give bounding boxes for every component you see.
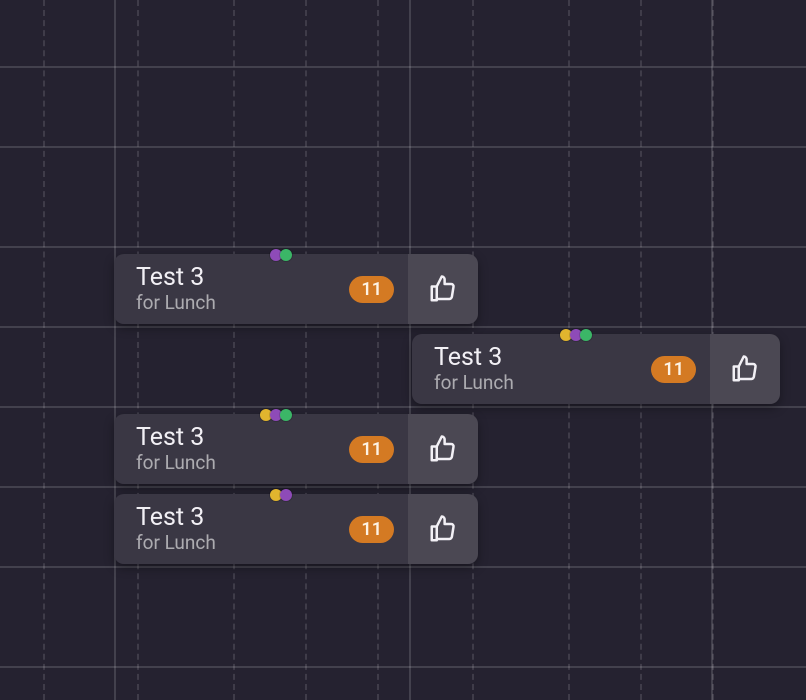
tag-dot-green [280, 249, 292, 261]
card-count-badge: 11 [349, 436, 394, 463]
schedule-card[interactable]: Test 3for Lunch 11 [114, 494, 478, 564]
schedule-card[interactable]: Test 3for Lunch 11 [412, 334, 780, 404]
card-text: Test 3for Lunch [136, 504, 216, 555]
card-subtitle: for Lunch [136, 532, 216, 554]
schedule-card[interactable]: Test 3for Lunch 11 [114, 254, 478, 324]
schedule-card[interactable]: Test 3for Lunch 11 [114, 414, 478, 484]
card-text: Test 3for Lunch [136, 264, 216, 315]
card-count-badge: 11 [349, 516, 394, 543]
card-subtitle: for Lunch [136, 452, 216, 474]
card-text: Test 3for Lunch [434, 344, 514, 395]
like-button[interactable] [408, 494, 478, 564]
card-tag-dots [262, 409, 292, 421]
card-body[interactable]: Test 3for Lunch 11 [412, 334, 710, 404]
card-title: Test 3 [136, 424, 216, 453]
card-subtitle: for Lunch [434, 372, 514, 394]
tag-dot-purple [280, 489, 292, 501]
card-title: Test 3 [434, 344, 514, 373]
card-tag-dots [562, 329, 592, 341]
like-button[interactable] [408, 254, 478, 324]
card-body[interactable]: Test 3for Lunch 11 [114, 414, 408, 484]
tag-dot-green [580, 329, 592, 341]
cards-layer: Test 3for Lunch11Test 3for Lunch11Test 3… [0, 0, 806, 700]
card-text: Test 3for Lunch [136, 424, 216, 475]
like-button[interactable] [408, 414, 478, 484]
card-title: Test 3 [136, 504, 216, 533]
card-body[interactable]: Test 3for Lunch 11 [114, 494, 408, 564]
thumbs-up-icon [428, 434, 458, 464]
thumbs-up-icon [730, 354, 760, 384]
thumbs-up-icon [428, 274, 458, 304]
card-count-badge: 11 [349, 276, 394, 303]
card-subtitle: for Lunch [136, 292, 216, 314]
card-body[interactable]: Test 3for Lunch 11 [114, 254, 408, 324]
card-count-badge: 11 [651, 356, 696, 383]
thumbs-up-icon [428, 514, 458, 544]
card-tag-dots [272, 249, 292, 261]
card-title: Test 3 [136, 264, 216, 293]
like-button[interactable] [710, 334, 780, 404]
card-tag-dots [272, 489, 292, 501]
tag-dot-green [280, 409, 292, 421]
